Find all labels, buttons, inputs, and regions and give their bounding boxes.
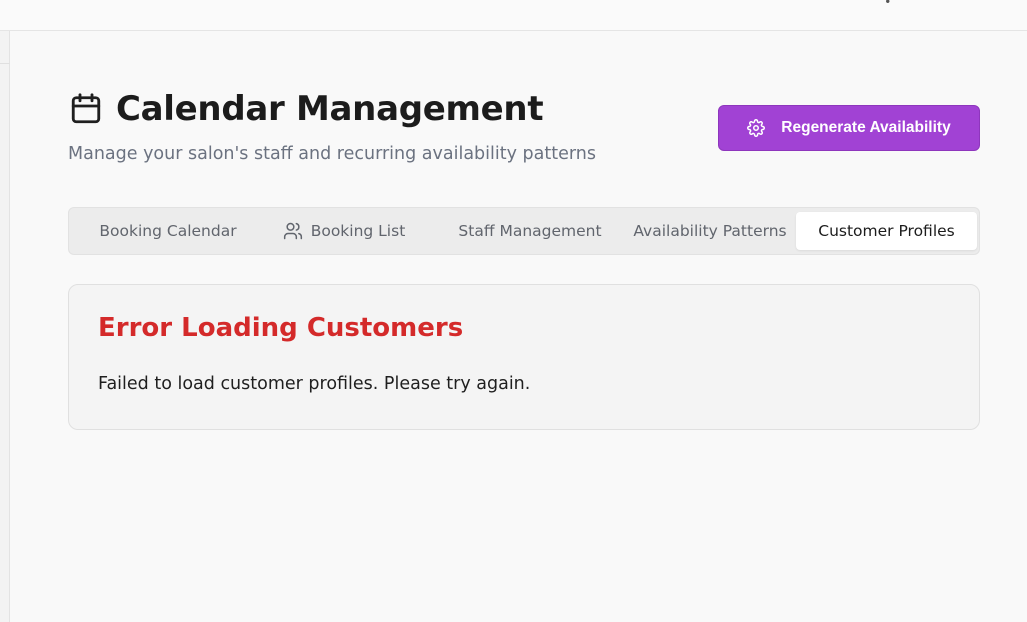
page-header: Calendar Management Manage your salon's … <box>68 31 980 207</box>
tab-label: Staff Management <box>458 222 602 240</box>
gear-icon <box>747 119 766 137</box>
tab-label: Booking List <box>310 222 406 240</box>
error-card: Error Loading Customers Failed to load c… <box>68 284 980 430</box>
error-title: Error Loading Customers <box>98 313 464 343</box>
error-message: Failed to load customer profiles. Please… <box>98 374 531 394</box>
title-row: Calendar Management <box>68 89 544 129</box>
tab-booking-list[interactable]: Booking List <box>269 212 419 250</box>
tab-bar: Booking Calendar Booking List Staff Mana… <box>68 207 980 255</box>
sidebar-divider <box>0 63 10 64</box>
page-subtitle: Manage your salon's staff and recurring … <box>68 144 596 164</box>
tab-availability-patterns[interactable]: Availability Patterns <box>625 212 795 250</box>
main-content: Calendar Management Manage your salon's … <box>68 31 980 430</box>
sidebar-edge <box>0 31 10 622</box>
tab-customer-profiles[interactable]: Customer Profiles <box>796 212 977 250</box>
top-bar: ∙ <box>0 0 1027 31</box>
regenerate-availability-label: Regenerate Availability <box>781 119 951 136</box>
tab-label: Booking Calendar <box>99 222 237 240</box>
regenerate-availability-button[interactable]: Regenerate Availability <box>718 105 980 151</box>
top-bar-fragment-icon: ∙ <box>884 0 892 8</box>
tab-label: Customer Profiles <box>818 222 955 240</box>
page-title: Calendar Management <box>116 89 544 129</box>
users-icon <box>283 221 303 241</box>
tab-staff-management[interactable]: Staff Management <box>445 212 615 250</box>
tab-label: Availability Patterns <box>633 222 787 240</box>
calendar-icon <box>68 91 104 127</box>
tab-booking-calendar[interactable]: Booking Calendar <box>83 212 253 250</box>
